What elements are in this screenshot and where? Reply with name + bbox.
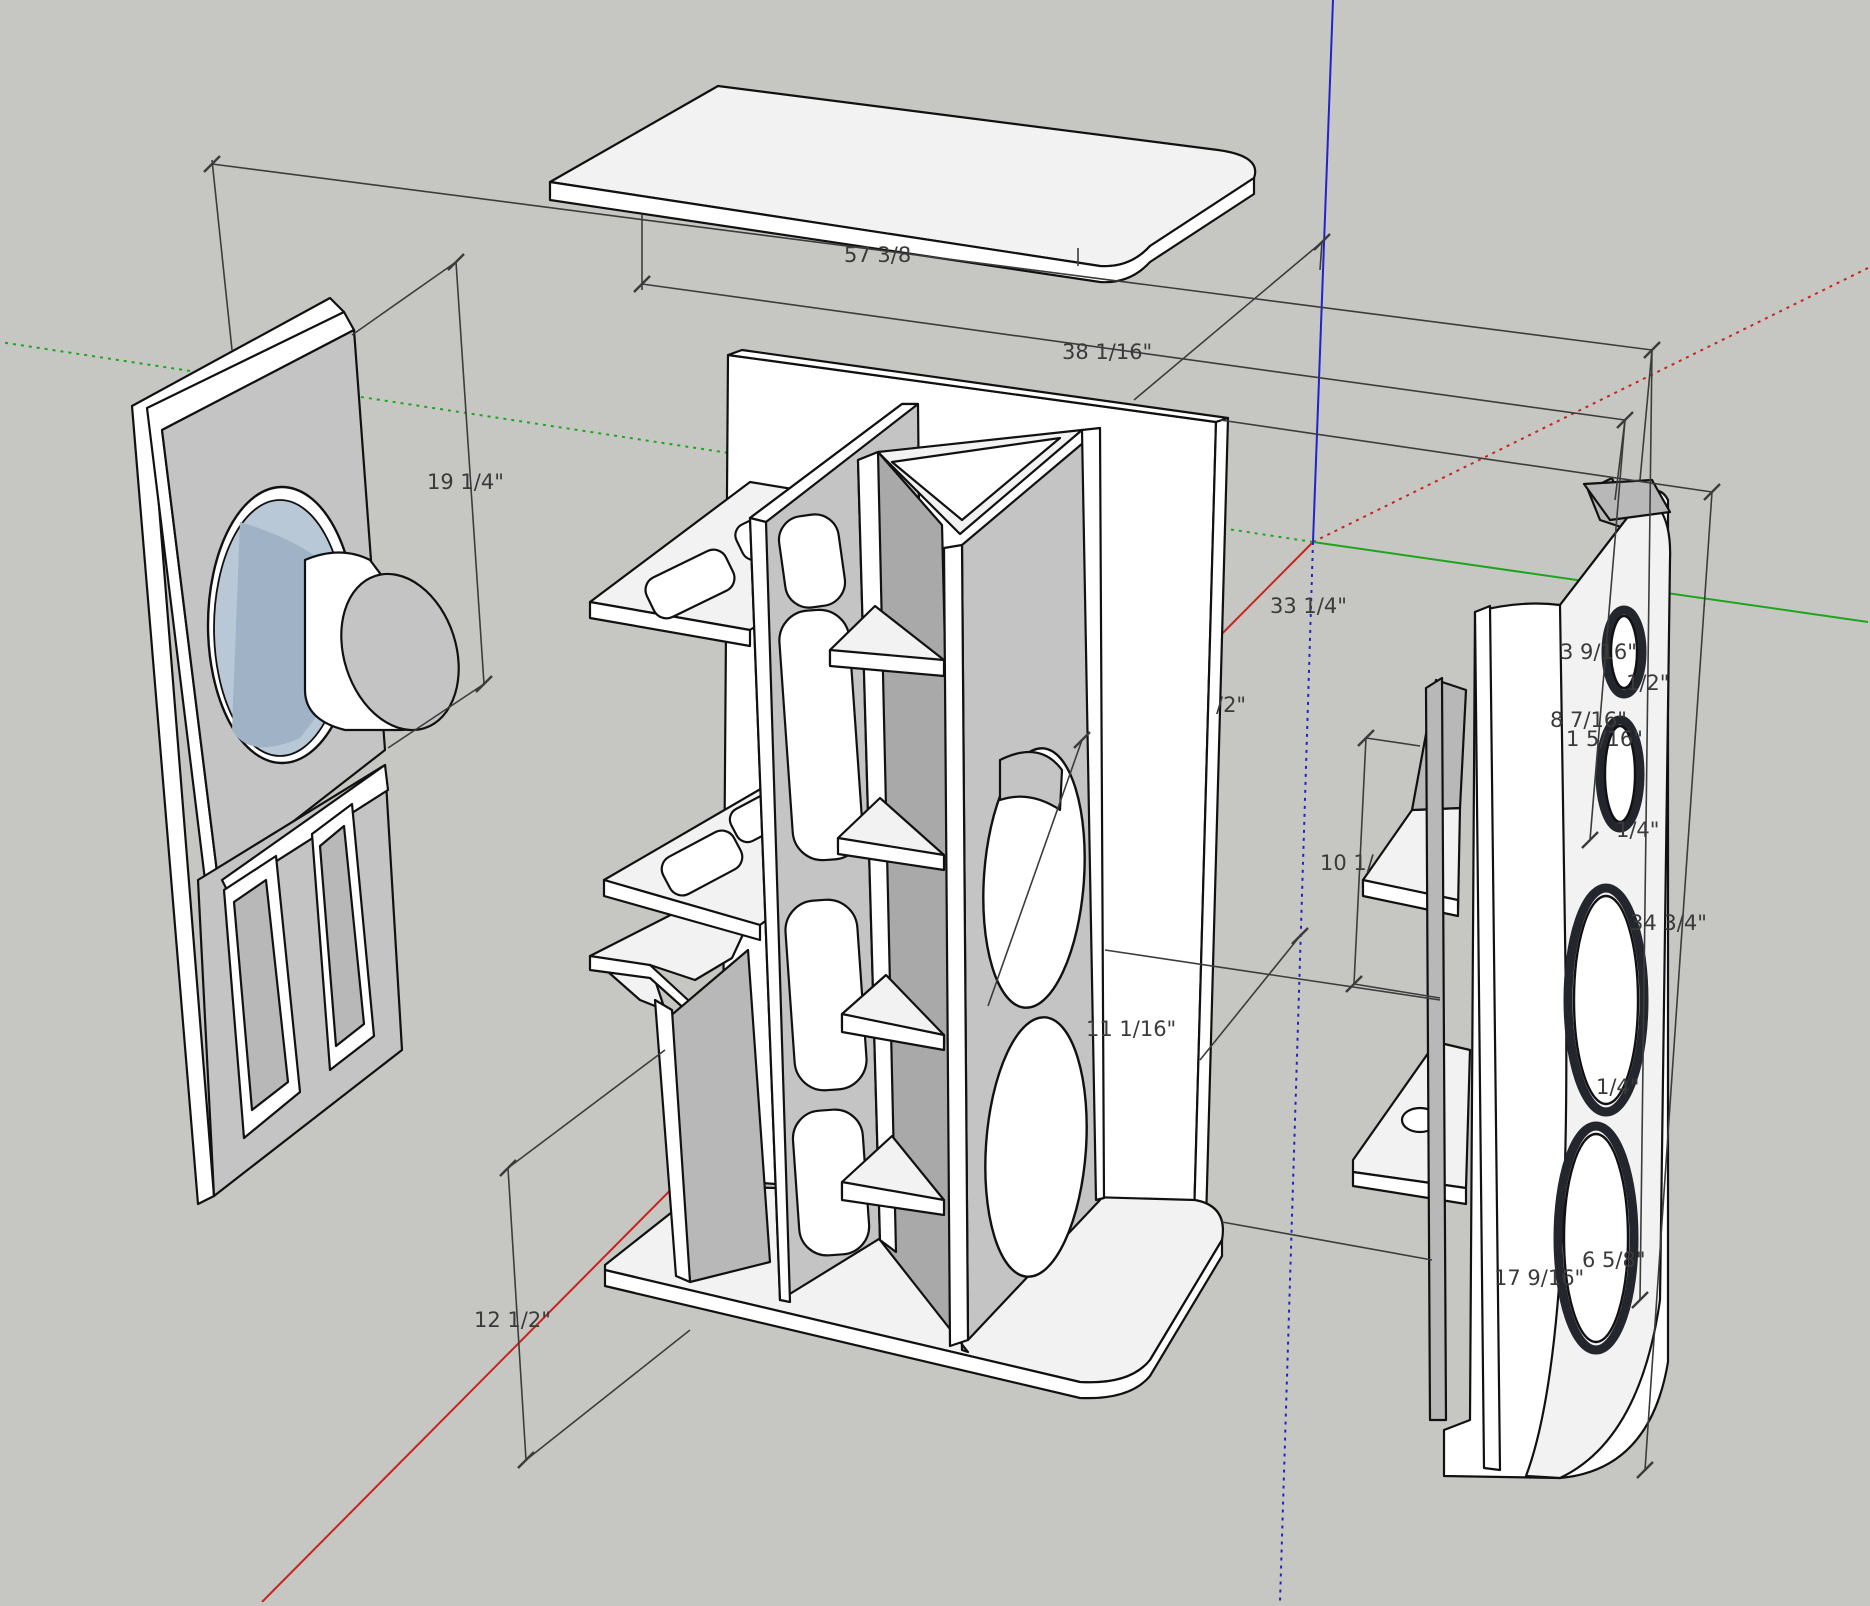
label-woofer-panel-height: 19 1/4" (427, 470, 504, 494)
label-shelf-depth: 10 1/ (1320, 851, 1375, 875)
label-port-spacing: 11 1/16" (1086, 1017, 1176, 1041)
modeling-viewport[interactable]: 57 3/8 38 1/16" 19 1/4" 33 1/4" /2" 34 3… (0, 0, 1870, 1603)
label-depth: 33 1/4" (1270, 594, 1347, 618)
label-quarter-a: 1/4" (1616, 818, 1659, 842)
mid-cutout-upper (1572, 894, 1640, 1106)
right-inner-rib (1424, 676, 1448, 1422)
label-tweeter-half: 1/2" (1626, 671, 1669, 695)
scene-canvas[interactable]: 57 3/8 38 1/16" 19 1/4" 33 1/4" /2" 34 3… (0, 0, 1870, 1603)
label-woofer-diameter: 6 5/8" (1582, 1248, 1646, 1272)
label-top-width: 57 3/8 (844, 243, 911, 267)
label-half-fraction: /2" (1216, 693, 1246, 717)
mid-cutout-lower (1562, 1132, 1630, 1344)
label-bottom-span: 17 9/16" (1494, 1266, 1584, 1290)
label-quarter-b: 1/4" (1596, 1075, 1639, 1099)
label-mid-offset: 1 5/16" (1566, 727, 1643, 751)
label-inner-width: 38 1/16" (1062, 340, 1152, 364)
label-side-height: 34 3/4" (1630, 911, 1707, 935)
label-tweeter-spacing: 3 9/16" (1560, 640, 1637, 664)
label-lower-height: 12 1/2" (474, 1308, 551, 1332)
ladder-window-3 (784, 898, 868, 1092)
